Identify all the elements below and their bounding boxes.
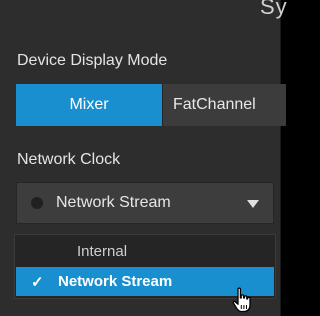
checkmark-icon: ✓: [31, 273, 44, 291]
menu-option-internal[interactable]: Internal: [16, 237, 274, 266]
window-title-fragment: Sy: [260, 0, 288, 19]
fatchannel-mode-button[interactable]: FatChannel: [162, 84, 286, 126]
network-clock-selected-value: Network Stream: [56, 194, 171, 211]
hand-pointer-icon: [232, 287, 251, 313]
caret-down-icon[interactable]: [247, 200, 259, 208]
status-dot-icon: [31, 197, 43, 209]
menu-option-label: Internal: [77, 243, 128, 260]
network-clock-dropdown[interactable]: Network Stream: [16, 182, 274, 224]
display-mode-segmented-control: Mixer FatChannel: [16, 84, 286, 126]
settings-panel: Sy Device Display Mode Mixer FatChannel …: [0, 0, 287, 316]
app-window: Sy Device Display Mode Mixer FatChannel …: [0, 0, 291, 316]
network-clock-label: Network Clock: [17, 151, 121, 168]
mixer-mode-button[interactable]: Mixer: [16, 84, 162, 126]
device-display-mode-label: Device Display Mode: [17, 52, 168, 69]
menu-option-label: Network Stream: [58, 273, 173, 290]
